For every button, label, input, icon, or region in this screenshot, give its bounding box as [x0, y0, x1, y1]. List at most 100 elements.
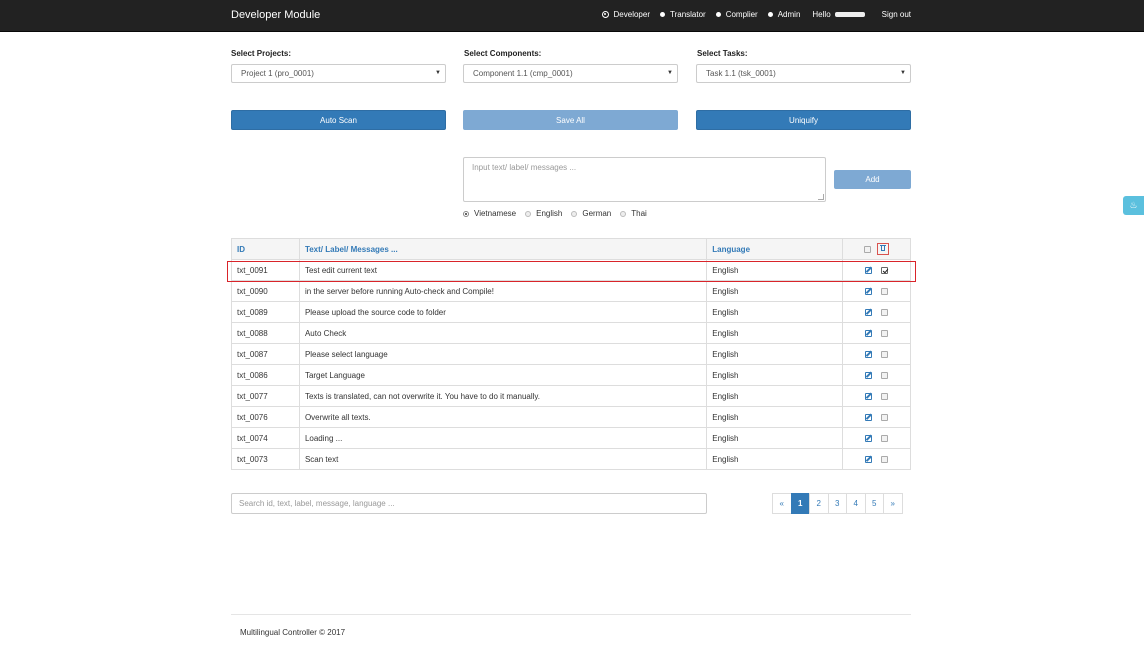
table-row: txt_0087 Please select language English [231, 343, 911, 365]
table-row: txt_0088 Auto Check English [231, 322, 911, 344]
language-radio-group: Vietnamese English German Thai [463, 209, 656, 218]
pagination-page[interactable]: 3 [827, 493, 847, 514]
save-all-button[interactable]: Save All [463, 110, 678, 130]
cell-id: txt_0074 [231, 427, 300, 449]
tasks-label: Select Tasks: [697, 49, 748, 58]
cell-language: English [706, 364, 844, 386]
edit-icon[interactable] [865, 308, 873, 316]
table-row: txt_0073 Scan text English [231, 448, 911, 470]
pagination: «1 2 3 4 5» [772, 493, 903, 514]
table-row: txt_0076 Overwrite all texts. English [231, 406, 911, 428]
text-input[interactable]: Input text/ label/ messages ... [463, 157, 826, 202]
lang-english[interactable]: English [525, 209, 562, 218]
header-text[interactable]: Text/ Label/ Messages ... [298, 238, 708, 260]
row-checkbox[interactable] [881, 329, 889, 337]
role-developer[interactable]: Developer [601, 10, 650, 19]
header-language[interactable]: Language [706, 238, 844, 260]
uniquify-button[interactable]: Uniquify [696, 110, 911, 130]
edit-icon[interactable] [865, 455, 873, 463]
edit-icon[interactable] [865, 392, 873, 400]
cell-actions [842, 343, 911, 365]
components-select[interactable]: Component 1.1 (cmp_0001) ▼ [463, 64, 678, 83]
lang-thai[interactable]: Thai [620, 209, 647, 218]
tasks-select[interactable]: Task 1.1 (tsk_0001) ▼ [696, 64, 911, 83]
add-button[interactable]: Add [834, 170, 911, 189]
cell-actions [842, 364, 911, 386]
role-translator[interactable]: Translator [659, 10, 706, 19]
row-checkbox[interactable] [881, 287, 889, 295]
table-row: txt_0086 Target Language English [231, 364, 911, 386]
signout-link[interactable]: Sign out [882, 10, 911, 19]
username-redacted [834, 12, 865, 17]
radio-icon [620, 210, 627, 217]
row-checkbox[interactable] [881, 434, 889, 442]
radio-icon [571, 210, 578, 217]
projects-select-value: Project 1 (pro_0001) [241, 69, 314, 78]
texts-table: ID Text/ Label/ Messages ... Language tx… [231, 238, 911, 470]
select-all-checkbox[interactable] [864, 245, 872, 253]
row-checkbox[interactable] [881, 266, 889, 274]
brand-title[interactable]: Developer Module [231, 9, 320, 21]
row-checkbox[interactable] [881, 455, 889, 463]
row-checkbox[interactable] [881, 371, 889, 379]
edit-icon[interactable] [865, 434, 873, 442]
lang-label: Vietnamese [474, 209, 517, 218]
cell-text: Loading ... [298, 427, 708, 449]
edit-icon[interactable] [865, 413, 873, 421]
footer-divider [231, 614, 911, 615]
cell-id: txt_0089 [231, 301, 300, 323]
cell-text: Scan text [298, 448, 708, 470]
cell-actions [842, 385, 911, 407]
cell-actions [842, 448, 911, 470]
edit-icon[interactable] [865, 371, 873, 379]
header-id[interactable]: ID [231, 238, 300, 260]
role-admin[interactable]: Admin [767, 10, 801, 19]
caret-down-icon: ▼ [900, 70, 906, 76]
pagination-prev[interactable]: « [772, 493, 792, 514]
table-row: txt_0091 Test edit current text English [231, 259, 911, 281]
row-checkbox[interactable] [881, 413, 889, 421]
footer-text: Multilingual Controller © 2017 [240, 628, 346, 637]
lang-german[interactable]: German [571, 209, 611, 218]
pagination-page[interactable]: 4 [846, 493, 866, 514]
lang-vietnamese[interactable]: Vietnamese [463, 209, 516, 218]
role-label: Developer [613, 10, 650, 19]
edit-icon[interactable] [865, 287, 873, 295]
role-label: Admin [777, 10, 801, 19]
resize-handle-icon[interactable] [818, 194, 824, 200]
pagination-page[interactable]: 2 [809, 493, 829, 514]
cell-id: txt_0088 [231, 322, 300, 344]
edit-icon[interactable] [865, 266, 873, 274]
edit-icon[interactable] [865, 329, 873, 337]
cell-id: txt_0076 [231, 406, 300, 428]
cell-id: txt_0087 [231, 343, 300, 365]
notification-bell-icon[interactable]: ♨ [1123, 196, 1144, 215]
search-input[interactable]: Search id, text, label, message, languag… [231, 493, 707, 514]
edit-icon[interactable] [865, 350, 873, 358]
pagination-next[interactable]: » [883, 493, 903, 514]
trash-icon[interactable] [877, 243, 890, 255]
projects-select[interactable]: Project 1 (pro_0001) ▼ [231, 64, 446, 83]
radio-icon [767, 12, 773, 17]
navbar: Developer Module Developer Translator Co… [0, 0, 1144, 32]
cell-actions [842, 280, 911, 302]
pagination-page[interactable]: 1 [790, 493, 810, 514]
cell-language: English [706, 385, 844, 407]
cell-language: English [706, 343, 844, 365]
auto-scan-button[interactable]: Auto Scan [231, 110, 446, 130]
row-checkbox[interactable] [881, 350, 889, 358]
table-row: txt_0077 Texts is translated, can not ove… [231, 385, 911, 407]
pagination-page[interactable]: 5 [864, 493, 884, 514]
table-row: txt_0074 Loading ... English [231, 427, 911, 449]
table-row: txt_0090 in the server before running Aut… [231, 280, 911, 302]
cell-id: txt_0073 [231, 448, 300, 470]
row-checkbox[interactable] [881, 308, 889, 316]
cell-id: txt_0091 [231, 259, 300, 281]
role-label: Complier [725, 10, 758, 19]
row-checkbox[interactable] [881, 392, 889, 400]
cell-language: English [706, 427, 844, 449]
caret-down-icon: ▼ [435, 70, 441, 76]
navbar-right: Developer Translator Complier Admin Hell… [601, 10, 911, 19]
projects-label: Select Projects: [231, 49, 292, 58]
role-complier[interactable]: Complier [715, 10, 758, 19]
